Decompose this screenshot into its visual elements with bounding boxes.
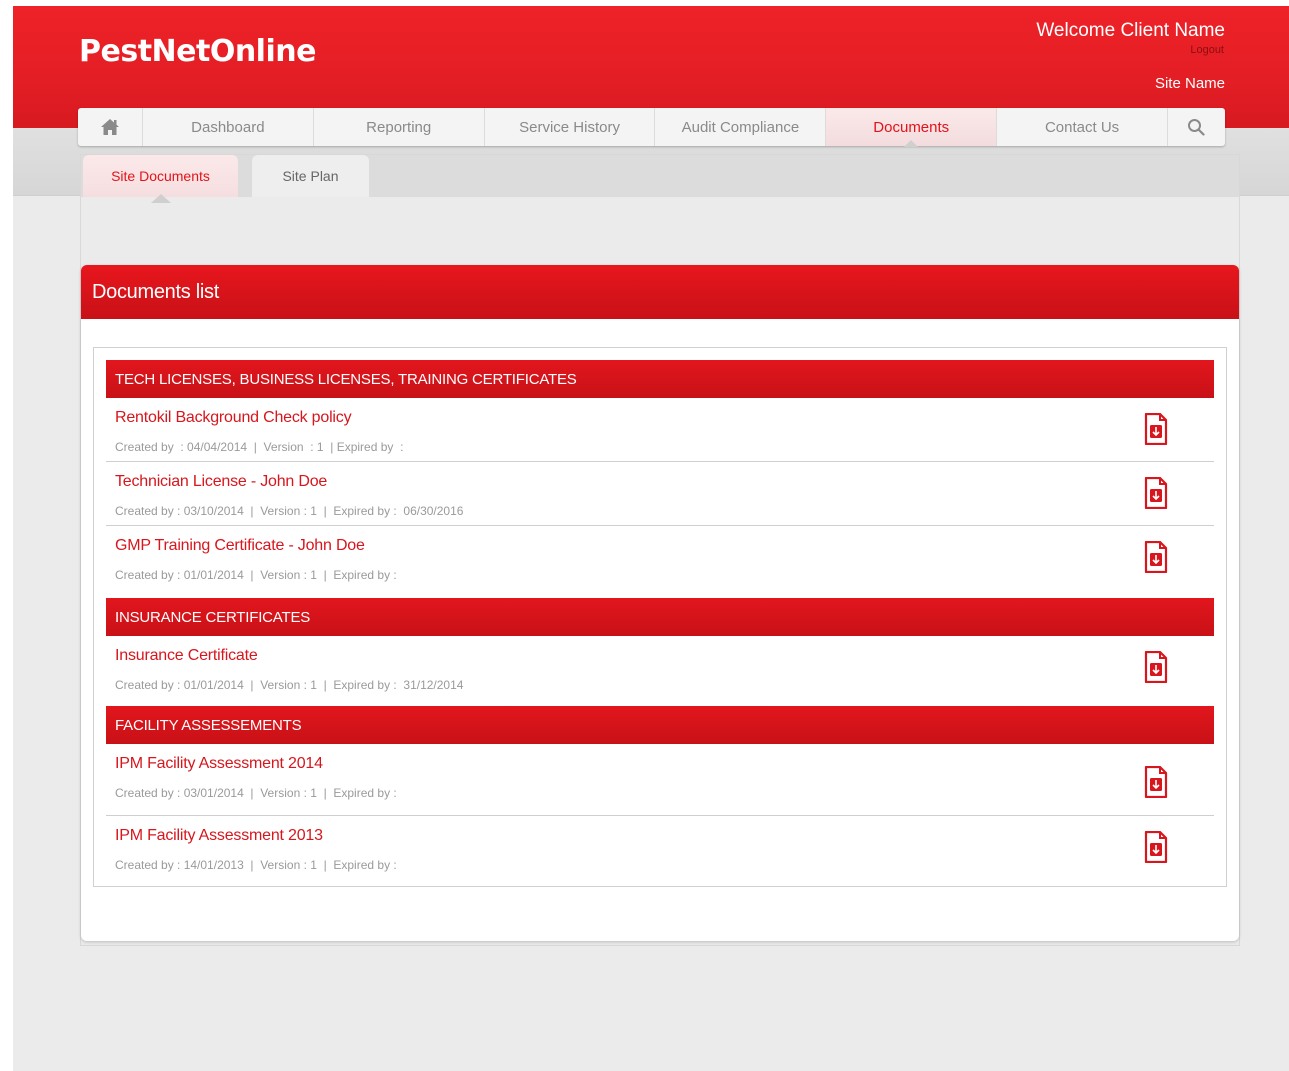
nav-service-history[interactable]: Service History <box>485 108 656 146</box>
document-row: GMP Training Certificate - John Doe Crea… <box>106 526 1214 590</box>
main-nav: Dashboard Reporting Service History Audi… <box>78 108 1225 147</box>
logo: PestNetOnline <box>79 34 316 69</box>
subtab-site-plan[interactable]: Site Plan <box>252 155 369 197</box>
content-area: Site Documents Site Plan Documents list … <box>80 154 1240 946</box>
pdf-download-icon[interactable] <box>1144 477 1168 509</box>
document-title[interactable]: Technician License - John Doe <box>115 473 327 491</box>
documents-list: TECH LICENSES, BUSINESS LICENSES, TRAINI… <box>93 347 1227 887</box>
site-name[interactable]: Site Name <box>1155 75 1225 92</box>
pdf-download-icon[interactable] <box>1144 541 1168 573</box>
document-row: IPM Facility Assessment 2014 Created by … <box>106 744 1214 816</box>
document-meta: Created by : 01/01/2014 | Version : 1 | … <box>115 678 464 692</box>
document-row: Technician License - John Doe Created by… <box>106 462 1214 526</box>
nav-contact-us[interactable]: Contact Us <box>997 108 1168 146</box>
document-row: Insurance Certificate Created by : 01/01… <box>106 636 1214 706</box>
welcome-text: Welcome Client Name <box>1036 20 1225 41</box>
documents-panel: Documents list TECH LICENSES, BUSINESS L… <box>81 265 1239 941</box>
nav-audit-compliance[interactable]: Audit Compliance <box>655 108 827 146</box>
nav-reporting[interactable]: Reporting <box>314 108 485 146</box>
nav-documents[interactable]: Documents <box>826 108 998 147</box>
document-title[interactable]: Insurance Certificate <box>115 647 258 665</box>
panel-title: Documents list <box>81 265 1239 319</box>
subtab-site-documents[interactable]: Site Documents <box>83 155 238 203</box>
pdf-download-icon[interactable] <box>1144 413 1168 445</box>
logout-link[interactable]: Logout <box>1190 44 1224 56</box>
document-title[interactable]: IPM Facility Assessment 2014 <box>115 755 323 773</box>
category-header: TECH LICENSES, BUSINESS LICENSES, TRAINI… <box>106 360 1214 398</box>
pdf-download-icon[interactable] <box>1144 651 1168 683</box>
nav-home[interactable] <box>78 108 143 146</box>
document-meta: Created by : 03/10/2014 | Version : 1 | … <box>115 504 464 518</box>
nav-dashboard[interactable]: Dashboard <box>143 108 314 146</box>
document-meta: Created by : 03/01/2014 | Version : 1 | … <box>115 786 397 800</box>
document-row: IPM Facility Assessment 2013 Created by … <box>106 816 1214 880</box>
document-meta: Created by : 14/01/2013 | Version : 1 | … <box>115 858 397 872</box>
nav-search[interactable] <box>1168 108 1225 146</box>
pdf-download-icon[interactable] <box>1144 831 1168 863</box>
search-icon <box>1188 119 1206 136</box>
document-meta: Created by : 04/04/2014 | Version : 1 | … <box>115 440 404 454</box>
document-title[interactable]: IPM Facility Assessment 2013 <box>115 827 323 845</box>
document-title[interactable]: Rentokil Background Check policy <box>115 409 352 427</box>
app-frame: PestNetOnline Welcome Client Name Logout… <box>13 6 1289 1071</box>
pdf-download-icon[interactable] <box>1144 766 1168 798</box>
subtab-bar: Site Documents Site Plan <box>81 155 1239 203</box>
document-title[interactable]: GMP Training Certificate - John Doe <box>115 537 365 555</box>
category-header: FACILITY ASSESSEMENTS <box>106 706 1214 744</box>
document-meta: Created by : 01/01/2014 | Version : 1 | … <box>115 568 397 582</box>
home-icon <box>100 119 119 135</box>
category-header: INSURANCE CERTIFICATES <box>106 598 1214 636</box>
document-row: Rentokil Background Check policy Created… <box>106 398 1214 462</box>
